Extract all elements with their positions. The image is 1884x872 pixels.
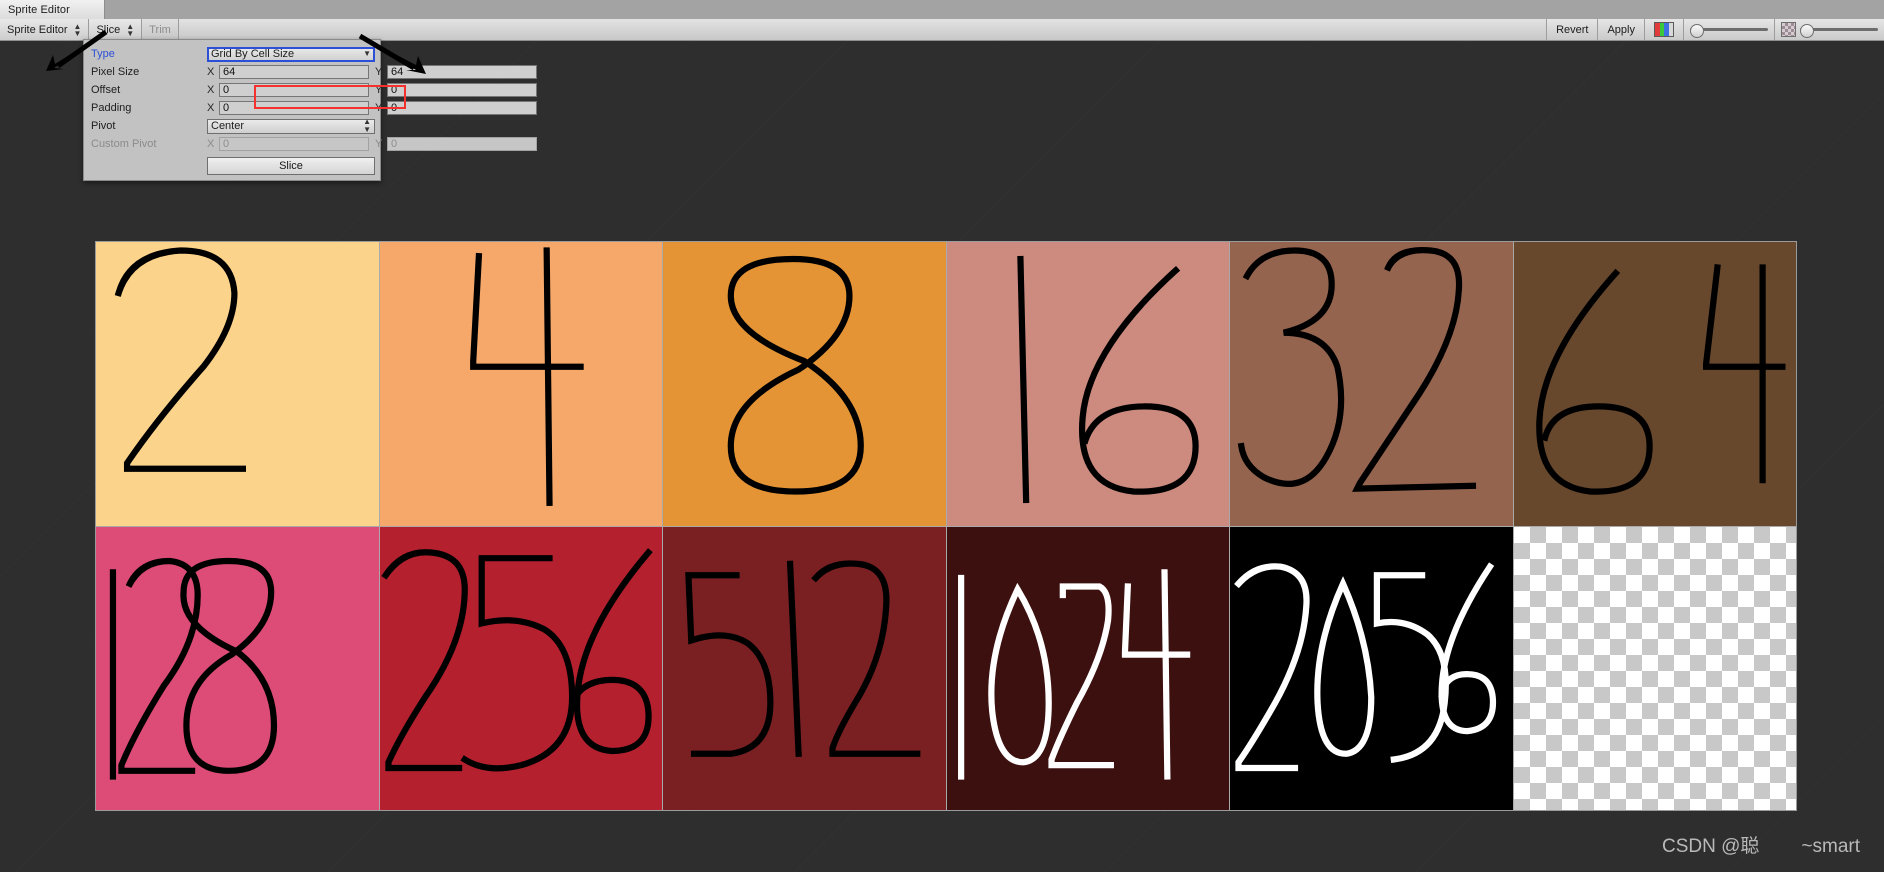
digit-4-drawing (469, 247, 584, 506)
sprite-cell-2[interactable] (96, 242, 379, 526)
offset-y-input[interactable] (387, 83, 537, 97)
toolbar-slice-menu[interactable]: Slice ▲ ▼ (89, 19, 143, 40)
updown-arrow-icon: ▲ ▼ (363, 117, 371, 134)
sprite-cell-4[interactable] (379, 242, 662, 526)
toolbar-right-group: Revert Apply (1546, 19, 1884, 40)
sprite-cell-32[interactable] (1230, 242, 1513, 526)
sprite-cell-empty-transparent[interactable] (1513, 526, 1796, 810)
sprite-cell-2056[interactable] (1230, 526, 1513, 810)
editor-toolbar: Sprite Editor ▲ ▼ Slice ▲ ▼ Trim Revert Ap… (0, 19, 1884, 41)
toolbar-sprite-editor-label: Sprite Editor (7, 23, 68, 36)
watermark: CSDN @聪 ~smart (1662, 831, 1860, 858)
digit-1024-drawing (957, 568, 1190, 780)
pixel-size-y-axis-label: Y (375, 66, 383, 78)
alpha-slider[interactable] (1774, 19, 1884, 40)
apply-button[interactable]: Apply (1597, 19, 1644, 40)
type-label: Type (91, 48, 115, 60)
tab-label: Sprite Editor (8, 3, 70, 16)
slice-row-pixel-size: Pixel Size X Y (84, 63, 537, 81)
rgba-swatch-icon (1654, 22, 1674, 37)
sprite-cell-16[interactable] (946, 242, 1229, 526)
slice-row-type: Type Grid By Cell Size ▼ (84, 45, 380, 63)
digit-256-drawing (380, 547, 653, 771)
offset-x-input[interactable] (219, 83, 369, 97)
custom-pivot-y-input (387, 137, 537, 151)
digit-16-drawing (1016, 255, 1199, 504)
padding-y-input[interactable] (387, 101, 537, 115)
sprite-cell-8[interactable] (663, 242, 946, 526)
offset-y-axis-label: Y (375, 84, 383, 96)
pixel-size-x-input[interactable] (219, 65, 369, 79)
slice-row-offset: Offset X Y (84, 81, 537, 99)
sprite-sheet-grid[interactable] (95, 241, 1797, 811)
slice-row-pivot: Pivot Center ▲ ▼ (84, 117, 380, 135)
sprite-editor-window: Sprite Editor Sprite Editor ▲ ▼ Slice ▲ ▼ … (0, 0, 1884, 872)
sprite-cell-256[interactable] (379, 526, 662, 810)
slice-row-custom-pivot: Custom Pivot X Y (84, 135, 537, 153)
sprite-cell-512[interactable] (663, 526, 946, 810)
watermark-left: CSDN @聪 (1661, 836, 1760, 857)
type-dropdown-value: Grid By Cell Size (211, 48, 295, 60)
pivot-dropdown-value: Center (211, 120, 245, 132)
sprite-cell-64[interactable] (1513, 242, 1796, 526)
digit-8-drawing (727, 255, 864, 495)
transparency-icon (1781, 22, 1796, 37)
padding-x-input[interactable] (219, 101, 369, 115)
custom-pivot-label: Custom Pivot (91, 138, 157, 150)
updown-arrow-icon: ▲ ▼ (73, 21, 82, 38)
sprite-cell-128[interactable] (96, 526, 379, 810)
slice-options-panel: Type Grid By Cell Size ▼ Pixel Size X Y (83, 39, 537, 181)
updown-arrow-icon: ▲ ▼ (126, 21, 135, 38)
toolbar-spacer (178, 19, 1547, 40)
revert-button[interactable]: Revert (1546, 19, 1598, 40)
padding-x-axis-label: X (207, 102, 215, 114)
sprite-cell-1024[interactable] (946, 526, 1229, 810)
digit-128-drawing (109, 557, 278, 780)
toolbar-trim-button[interactable]: Trim (142, 19, 179, 40)
padding-y-axis-label: Y (375, 102, 383, 114)
zoom-slider[interactable] (1683, 19, 1774, 40)
tab-strip: Sprite Editor (0, 0, 1884, 19)
digit-32-drawing (1237, 247, 1477, 492)
alpha-slider-track[interactable] (1800, 23, 1878, 38)
pixel-size-x-axis-label: X (207, 66, 215, 78)
slice-button-label: Slice (279, 160, 303, 172)
padding-label: Padding (91, 102, 132, 114)
zoom-slider-track[interactable] (1690, 23, 1768, 38)
pixel-size-label: Pixel Size (91, 66, 140, 78)
pivot-label: Pivot (91, 120, 116, 132)
alpha-slider-knob[interactable] (1800, 23, 1814, 38)
slice-button[interactable]: Slice (207, 157, 375, 175)
digit-2-drawing (114, 247, 247, 472)
toolbar-trim-label: Trim (149, 23, 171, 36)
tab-sprite-editor[interactable]: Sprite Editor (0, 0, 105, 19)
rgba-channels-button[interactable] (1644, 19, 1683, 40)
apply-label: Apply (1607, 23, 1635, 36)
offset-label: Offset (91, 84, 121, 96)
digit-512-drawing (685, 559, 921, 757)
custom-pivot-x-input (219, 137, 369, 151)
digit-2056-drawing (1234, 561, 1497, 771)
pivot-dropdown[interactable]: Center ▲ ▼ (207, 117, 375, 134)
custom-pivot-y-axis-label: Y (375, 138, 383, 150)
digit-64-drawing (1535, 264, 1785, 495)
toolbar-slice-label: Slice (96, 23, 121, 36)
custom-pivot-x-axis-label: X (207, 138, 215, 150)
revert-label: Revert (1556, 23, 1589, 36)
zoom-slider-knob[interactable] (1690, 23, 1704, 38)
type-dropdown[interactable]: Grid By Cell Size ▼ (207, 46, 375, 62)
pixel-size-y-input[interactable] (387, 65, 537, 79)
toolbar-sprite-editor-menu[interactable]: Sprite Editor ▲ ▼ (0, 19, 90, 40)
offset-x-axis-label: X (207, 84, 215, 96)
watermark-right: ~smart (1801, 836, 1860, 857)
chevron-down-icon: ▼ (363, 49, 371, 58)
slice-button-row: Slice (84, 153, 380, 175)
slice-row-padding: Padding X Y (84, 99, 537, 117)
